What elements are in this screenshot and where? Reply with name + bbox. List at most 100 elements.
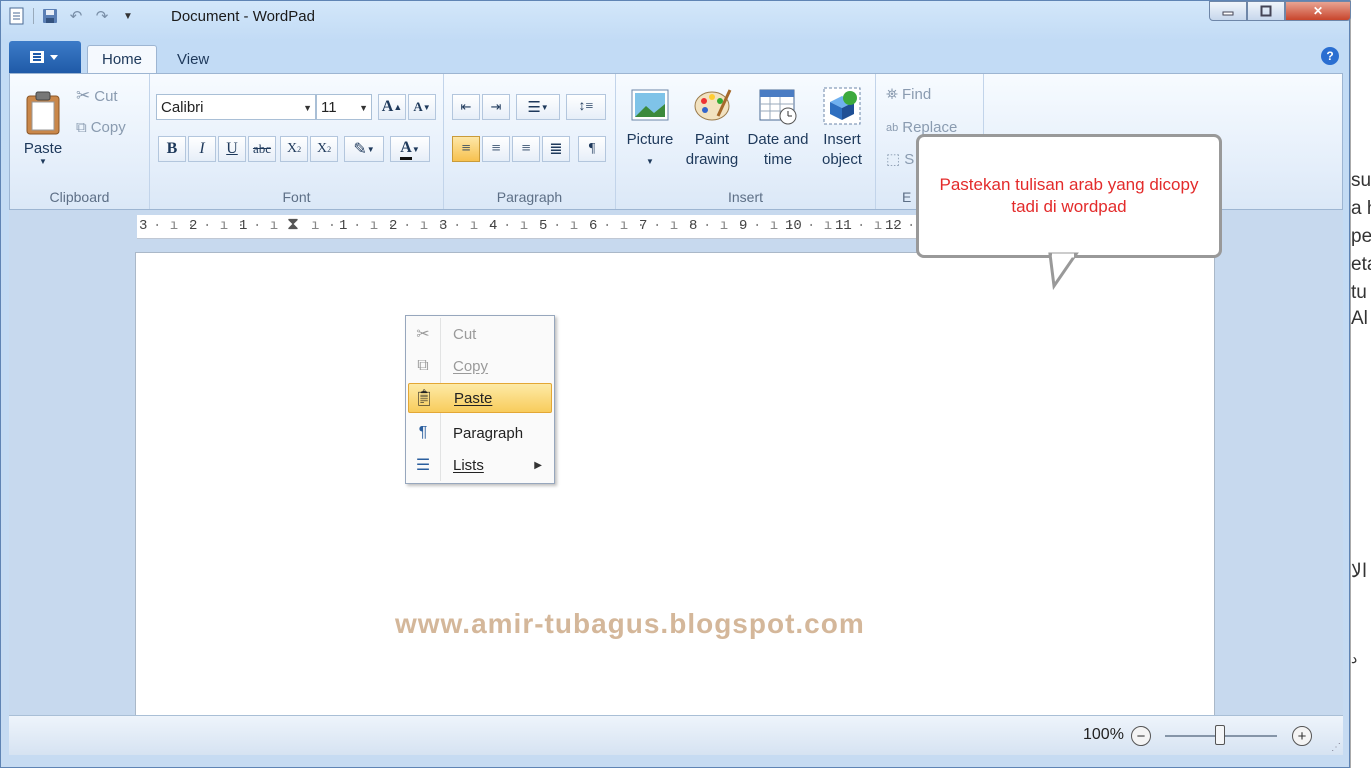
font-color-button[interactable]: A ▼: [390, 136, 430, 162]
grow-font-button[interactable]: A ▲: [378, 94, 406, 120]
scissors-icon: ✂: [416, 326, 430, 343]
menu-item-paragraph[interactable]: ¶ Paragraph: [408, 418, 552, 448]
title-bar: ↶ ↷ ▼ Document - WordPad ✕: [1, 1, 1351, 35]
line-spacing-button[interactable]: ↕≡: [566, 94, 606, 120]
bullet-list-icon: ☰: [527, 99, 541, 116]
ruler-number: 10: [785, 218, 802, 234]
date-label-line2: time: [763, 151, 793, 168]
watermark-text: www.amir-tubagus.blogspot.com: [395, 608, 865, 639]
bg-text: sul: [1351, 170, 1371, 191]
copy-icon: ⧉: [76, 119, 87, 136]
date-time-button[interactable]: Date and time: [746, 82, 810, 182]
align-center-button[interactable]: ≡: [482, 136, 510, 162]
increase-indent-button[interactable]: ⇥: [482, 94, 510, 120]
help-icon[interactable]: ?: [1321, 47, 1339, 65]
minus-icon: −: [1136, 727, 1146, 745]
paragraph-settings-button[interactable]: ¶: [578, 136, 606, 162]
menu-item-cut[interactable]: ✂ Cut: [408, 319, 552, 349]
highlight-color-button[interactable]: ✎ ▼: [344, 136, 384, 162]
bold-button[interactable]: B: [158, 136, 186, 162]
close-button[interactable]: ✕: [1285, 1, 1351, 21]
redo-icon[interactable]: ↷: [92, 6, 112, 26]
callout-tail: [1048, 252, 1079, 291]
cut-button[interactable]: ✂ Cut: [76, 86, 118, 106]
zoom-slider-thumb[interactable]: [1215, 725, 1225, 745]
annotation-callout: Pastekan tulisan arab yang dicopy tadi d…: [916, 134, 1222, 258]
paint-drawing-button[interactable]: Paint drawing: [682, 82, 742, 182]
decrease-indent-button[interactable]: ⇤: [452, 94, 480, 120]
window-title: Document - WordPad: [171, 8, 315, 25]
chevron-down-icon: ▼: [39, 157, 47, 166]
bg-text: a h: [1351, 198, 1371, 219]
bg-text: Al: [1351, 308, 1368, 329]
copy-button[interactable]: ⧉ Copy: [76, 119, 126, 136]
select-label: S: [904, 150, 915, 168]
ruler-number: 5: [539, 218, 548, 234]
application-menu-button[interactable]: [9, 41, 81, 73]
ruler-number: 9: [739, 218, 748, 234]
status-bar: 100% − + ⋰: [9, 715, 1343, 755]
font-family-value: Calibri: [161, 98, 204, 116]
subscript-button[interactable]: X2: [280, 136, 308, 162]
bg-text: eta: [1351, 254, 1371, 275]
bullet-list-icon: ☰: [415, 457, 431, 474]
window-controls: ✕: [1209, 1, 1351, 21]
group-label: Insert: [727, 189, 763, 205]
document-page[interactable]: [135, 252, 1215, 715]
object-icon: [823, 87, 861, 125]
submenu-arrow-icon: ▶: [534, 459, 542, 471]
scissors-icon: ✂: [76, 86, 91, 105]
bg-text: د: [1351, 650, 1358, 666]
tab-home[interactable]: Home: [87, 45, 158, 73]
zoom-out-button[interactable]: −: [1131, 726, 1151, 746]
context-menu: ✂ Cut ⧉ Copy 📋︎ Paste ¶ Paragraph ☰ List…: [405, 315, 555, 484]
paste-button[interactable]: Paste ▼: [20, 80, 66, 176]
undo-icon[interactable]: ↶: [66, 6, 86, 26]
separator: [33, 8, 34, 24]
superscript-button[interactable]: X2: [310, 136, 338, 162]
menu-item-label: Lists: [453, 456, 484, 474]
font-size-combo[interactable]: 11 ▼: [316, 94, 372, 120]
indent-marker-icon[interactable]: ⧗: [287, 215, 299, 235]
minimize-button[interactable]: [1209, 1, 1247, 21]
save-icon[interactable]: [40, 6, 60, 26]
date-label-line1: Date and: [747, 131, 809, 148]
picture-icon: [631, 89, 669, 121]
strikethrough-button[interactable]: abc: [248, 136, 276, 162]
paint-label-line1: Paint: [694, 131, 730, 148]
resize-grip-icon[interactable]: ⋰: [1331, 742, 1341, 753]
ruler-number: 1: [239, 218, 248, 234]
copy-label: Copy: [90, 119, 126, 136]
dropdown-arrow-icon: ▼: [359, 103, 368, 113]
menu-item-lists[interactable]: ☰ Lists ▶: [408, 450, 552, 480]
picture-button[interactable]: Picture ▼: [622, 82, 678, 182]
calendar-icon: [759, 89, 797, 125]
select-all-button[interactable]: ⬚ S: [886, 150, 915, 169]
copy-icon: ⧉: [417, 357, 429, 374]
font-family-combo[interactable]: Calibri ▼: [156, 94, 316, 120]
tab-view[interactable]: View: [163, 45, 223, 73]
bullet-list-button[interactable]: ☰ ▼: [516, 94, 560, 120]
align-left-button[interactable]: ≡: [452, 136, 480, 162]
menu-item-paste[interactable]: 📋︎ Paste: [408, 383, 552, 413]
paragraph-icon: ¶: [418, 424, 428, 441]
shrink-font-button[interactable]: A ▼: [408, 94, 436, 120]
ruler-number: 3: [439, 218, 448, 234]
wordpad-app-icon[interactable]: [7, 6, 27, 26]
zoom-in-button[interactable]: +: [1292, 726, 1312, 746]
maximize-button[interactable]: [1247, 1, 1285, 21]
paste-label: Paste: [23, 140, 63, 157]
group-label: Font: [282, 189, 311, 205]
underline-button[interactable]: U: [218, 136, 246, 162]
align-right-button[interactable]: ≡: [512, 136, 540, 162]
italic-button[interactable]: I: [188, 136, 216, 162]
customize-qat-icon[interactable]: ▼: [118, 6, 138, 26]
select-icon: ⬚: [886, 151, 901, 168]
find-button[interactable]: ⛯ Find: [886, 86, 931, 103]
insert-object-button[interactable]: Insert object: [814, 82, 870, 182]
clipboard-icon: 📋︎: [413, 390, 435, 407]
menu-item-copy[interactable]: ⧉ Copy: [408, 351, 552, 381]
paint-label-line2: drawing: [685, 151, 739, 168]
wordpad-window: ↶ ↷ ▼ Document - WordPad ✕ Home View ? P…: [0, 0, 1351, 768]
justify-button[interactable]: ≣: [542, 136, 570, 162]
